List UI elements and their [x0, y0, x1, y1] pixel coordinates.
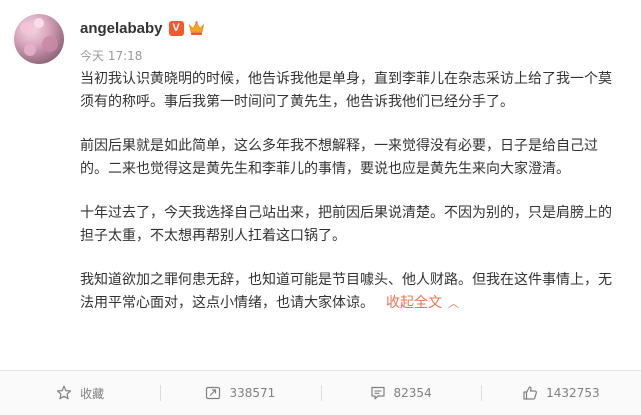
avatar[interactable] [14, 14, 64, 64]
verified-badge-icon[interactable]: V [168, 20, 184, 36]
post-paragraph: 当初我认识黄晓明的时候，他告诉我他是单身，直到李菲儿在杂志采访上给了我一个莫须有… [80, 71, 612, 110]
favorite-label: 收藏 [80, 386, 105, 401]
post-paragraph: 我知道欲加之罪何患无辞，也知道可能是节目噱头、他人财路。但我在这件事情上，无法用… [80, 272, 612, 311]
collapse-text-link[interactable]: 收起全文 ︿ [386, 295, 459, 311]
post-paragraph: 前因后果就是如此简单，这么多年我不想解释，一来觉得没有必要，日子是给自己过的。二… [80, 138, 598, 177]
author-row: angelababy V [80, 18, 205, 38]
avatar-flower-petal [42, 36, 58, 52]
avatar-flower-petal [34, 18, 44, 28]
action-bar: 收藏 338571 82354 1432753 [0, 371, 641, 415]
comment-icon [370, 386, 385, 400]
username[interactable]: angelababy [80, 20, 163, 37]
crown-badge-icon[interactable] [188, 20, 205, 36]
avatar-flower-petal [20, 22, 34, 34]
star-icon [57, 385, 72, 400]
post-timestamp[interactable]: 今天 17:18 [80, 47, 142, 64]
avatar-flower-petal [24, 44, 36, 56]
comment-count: 82354 [393, 386, 432, 400]
thumbs-up-icon [523, 386, 538, 400]
repost-count: 338571 [229, 386, 276, 400]
like-button[interactable]: 1432753 [480, 371, 641, 415]
collapse-label: 收起全文 [386, 295, 442, 311]
post-paragraph: 十年过去了，今天我选择自己站出来，把前因后果说清楚。不因为别的，只是肩膀上的担子… [80, 205, 612, 244]
chevron-up-icon: ︿ [448, 297, 459, 310]
post-paragraph-last: 我知道欲加之罪何患无辞，也知道可能是节目噱头、他人财路。但我在这件事情上，无法用… [80, 269, 620, 315]
post-content: 当初我认识黄晓明的时候，他告诉我他是单身，直到李菲儿在杂志采访上给了我一个莫须有… [80, 68, 620, 336]
repost-button[interactable]: 338571 [160, 371, 320, 415]
repost-icon [206, 386, 221, 400]
comment-button[interactable]: 82354 [320, 371, 481, 415]
favorite-button[interactable]: 收藏 [0, 371, 160, 415]
like-count: 1432753 [546, 386, 600, 400]
